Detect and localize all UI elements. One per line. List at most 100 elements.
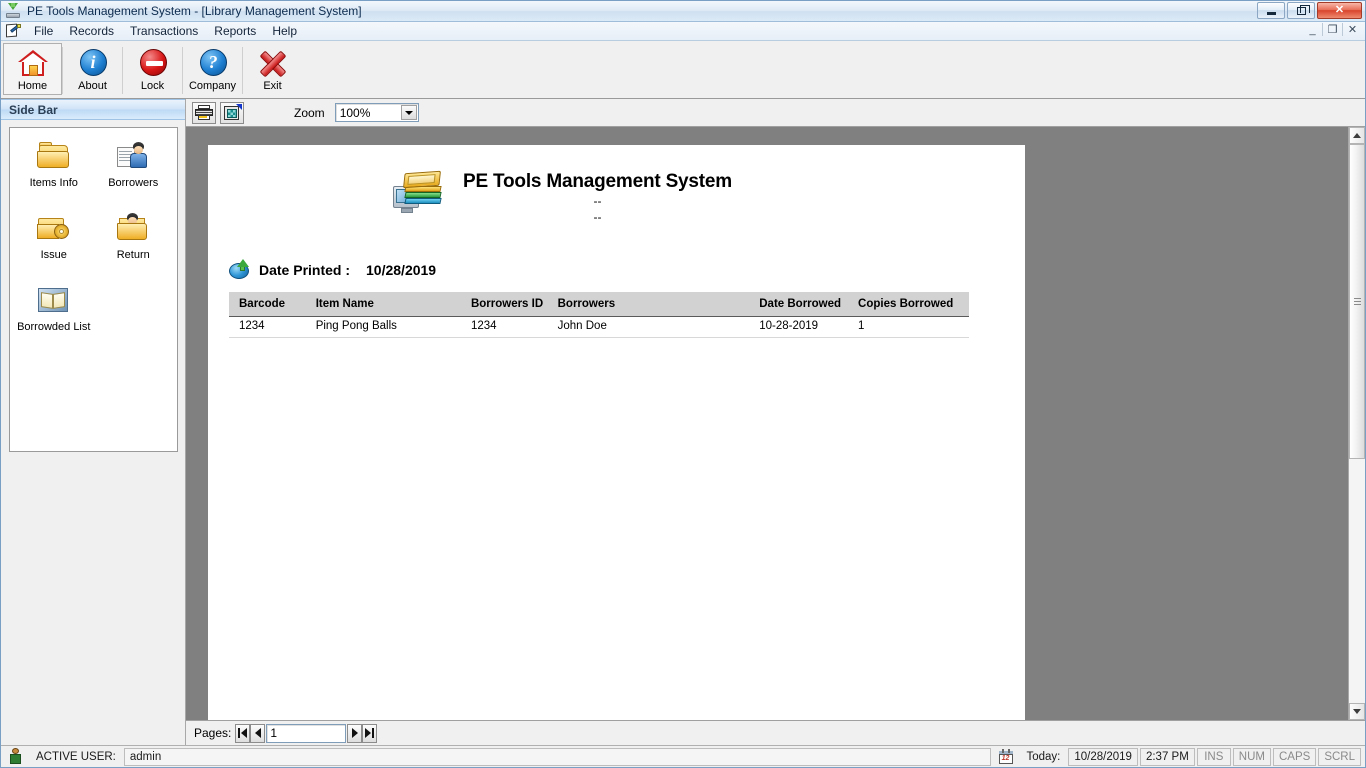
zoom-select[interactable]: 100% — [334, 103, 419, 122]
scrollbar-thumb[interactable] — [1349, 144, 1365, 459]
scrollbar-track[interactable] — [1349, 144, 1365, 703]
toolbar-label-home: Home — [17, 80, 48, 92]
sidebar-item-borrowded-list[interactable]: Borrowded List — [14, 280, 94, 352]
sidebar-item-grid: Items Info Borrowers Issue Return Borrow… — [14, 136, 173, 352]
toolbar-button-about[interactable]: i About — [63, 43, 122, 95]
sidebar-label-items-info: Items Info — [29, 177, 78, 189]
mdi-document-pen-icon — [6, 23, 21, 38]
menu-item-transactions[interactable]: Transactions — [122, 22, 206, 40]
sidebar-label-borrowded-list: Borrowded List — [17, 321, 91, 333]
vertical-scrollbar[interactable] — [1348, 127, 1365, 720]
last-page-button[interactable] — [362, 723, 378, 743]
folder-person-icon — [116, 213, 150, 245]
cell-copies-borrowed: 1 — [858, 316, 969, 339]
status-indicator-caps: CAPS — [1272, 747, 1317, 766]
menu-bar: File Records Transactions Reports Help _… — [1, 22, 1365, 41]
cell-borrowers: John Doe — [557, 316, 760, 339]
export-icon — [223, 103, 242, 121]
column-header-borrowers: Borrowers — [557, 292, 760, 318]
status-bar: ACTIVE USER: admin 12 Today: 10/28/2019 … — [1, 745, 1365, 767]
today-date: 10/28/2019 — [1068, 747, 1138, 766]
pages-label: Pages: — [194, 726, 232, 740]
date-printed-value: 10/28/2019 — [366, 262, 437, 279]
sidebar-item-borrowers[interactable]: Borrowers — [94, 136, 174, 208]
previous-page-button[interactable] — [250, 723, 266, 743]
question-circle-icon: ? — [197, 48, 229, 78]
mdi-close-button[interactable]: ✕ — [1344, 23, 1361, 38]
sidebar-label-issue: Issue — [40, 249, 67, 261]
page-number-input[interactable] — [266, 723, 347, 743]
scroll-up-button[interactable] — [1349, 127, 1365, 144]
info-circle-icon: i — [77, 48, 109, 78]
chevron-down-icon[interactable] — [400, 105, 417, 120]
cell-date-borrowed: 10-28-2019 — [759, 316, 859, 339]
report-title-block: PE Tools Management System -- -- — [463, 170, 732, 225]
application-window: PE Tools Management System - [Library Ma… — [0, 0, 1366, 768]
table-body: 1234 Ping Pong Balls 1234 John Doe 10-28… — [229, 316, 969, 339]
mdi-restore-button[interactable]: ❐ — [1324, 23, 1341, 38]
window-title: PE Tools Management System - [Library Ma… — [27, 4, 362, 18]
toolbar-button-company[interactable]: ? Company — [183, 43, 242, 95]
divider — [1342, 23, 1343, 36]
toolbar-label-exit: Exit — [263, 80, 282, 92]
toolbar-button-lock[interactable]: Lock — [123, 43, 182, 95]
toolbar-button-exit[interactable]: Exit — [243, 43, 302, 95]
toolbar-button-home[interactable]: Home — [3, 43, 62, 95]
print-button[interactable] — [192, 101, 216, 124]
report-canvas: PE Tools Management System -- -- Date Pr… — [186, 127, 1348, 720]
next-page-button[interactable] — [347, 723, 363, 743]
red-x-icon — [257, 48, 289, 78]
sidebar-item-issue[interactable]: Issue — [14, 208, 94, 280]
sidebar-label-borrowers: Borrowers — [108, 177, 159, 189]
zoom-label: Zoom — [294, 105, 325, 120]
report-subtitle-1: -- — [593, 193, 602, 208]
column-header-barcode: Barcode — [229, 292, 316, 318]
first-page-button[interactable] — [235, 723, 251, 743]
cell-borrowers-id: 1234 — [470, 316, 558, 339]
export-button[interactable] — [220, 101, 244, 124]
mdi-minimize-button[interactable]: _ — [1304, 23, 1321, 38]
main-body: Side Bar Items Info Borrowers Issue Retu… — [1, 99, 1365, 745]
window-close-button[interactable]: ✕ — [1317, 2, 1362, 19]
date-printed-label: Date Printed : — [259, 262, 351, 279]
toolbar-label-about: About — [78, 80, 107, 92]
folder-icon — [36, 141, 71, 173]
menu-item-help[interactable]: Help — [264, 22, 305, 40]
column-header-item-name: Item Name — [315, 292, 471, 318]
main-toolbar: Home i About Lock ? Company Exit — [1, 41, 1365, 99]
user-icon-cell — [3, 747, 28, 766]
report-subtitle-2: -- — [593, 210, 602, 225]
report-toolbar: Zoom 100% — [186, 99, 1365, 127]
menu-item-records[interactable]: Records — [61, 22, 122, 40]
menu-item-reports[interactable]: Reports — [206, 22, 264, 40]
report-header: PE Tools Management System -- -- — [208, 145, 1025, 225]
table-header: Barcode Item Name Borrowers ID Borrowers… — [229, 292, 969, 318]
toolbar-label-company: Company — [188, 80, 237, 92]
sidebar-panel: Items Info Borrowers Issue Return Borrow… — [9, 127, 178, 452]
folder-disc-icon — [36, 213, 71, 245]
report-pane: Zoom 100% PE Tools Management System -- … — [186, 99, 1365, 745]
title-bar: PE Tools Management System - [Library Ma… — [1, 1, 1365, 22]
scroll-down-button[interactable] — [1349, 703, 1365, 720]
sidebar-item-return[interactable]: Return — [94, 208, 174, 280]
computer-books-icon — [393, 170, 445, 218]
sidebar-header: Side Bar — [1, 99, 185, 120]
window-minimize-button[interactable] — [1257, 2, 1285, 19]
today-time: 2:37 PM — [1139, 747, 1195, 766]
sidebar-label-return: Return — [116, 249, 150, 261]
report-title: PE Tools Management System — [463, 171, 732, 192]
menu-item-file[interactable]: File — [26, 22, 61, 40]
mdi-window-controls: _ ❐ ✕ — [1304, 23, 1361, 38]
toolbar-label-lock: Lock — [140, 80, 165, 92]
app-icon — [5, 3, 21, 19]
globe-upload-icon — [229, 259, 251, 281]
calendar-icon-cell: 12 — [992, 747, 1019, 766]
sidebar-item-items-info[interactable]: Items Info — [14, 136, 94, 208]
window-maximize-button[interactable] — [1287, 2, 1315, 19]
cell-barcode: 1234 — [229, 316, 316, 339]
divider — [1322, 23, 1323, 36]
user-icon — [9, 748, 22, 765]
window-controls: ✕ — [1257, 2, 1362, 19]
date-printed-line: Date Printed : 10/28/2019 — [229, 259, 1025, 281]
home-icon — [17, 48, 49, 78]
